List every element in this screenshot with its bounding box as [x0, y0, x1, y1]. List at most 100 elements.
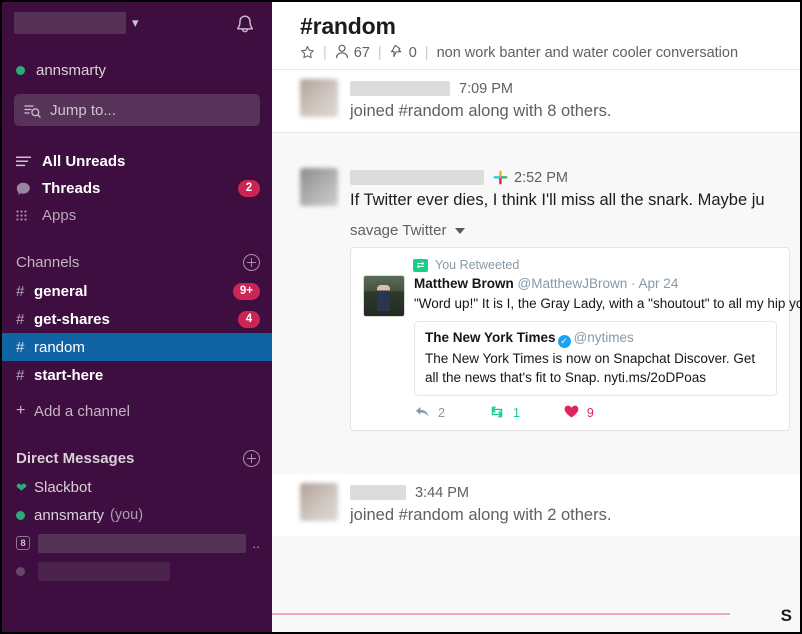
add-channel-label: Add a channel — [34, 402, 130, 420]
message-item[interactable]: 2:52 PM If Twitter ever dies, I think I'… — [272, 159, 800, 440]
channel-name: general — [34, 282, 88, 300]
presence-dot-icon — [16, 65, 25, 75]
spacer — [272, 440, 800, 474]
channel-meta: | 67 | 0 | non work banter and water coo… — [300, 44, 800, 61]
presence-dot-icon — [16, 510, 34, 520]
quoted-tweet-text: The New York Times is now on Snapchat Di… — [425, 351, 756, 385]
dm-name: annsmarty — [34, 506, 105, 524]
message-timestamp[interactable]: 7:09 PM — [459, 81, 513, 97]
hash-icon: # — [16, 310, 25, 328]
message-header: 7:09 PM — [350, 79, 800, 98]
sidebar-channel-start-here[interactable]: # start-here — [2, 361, 272, 389]
heart-icon: ❤ — [16, 479, 27, 495]
retweet-header: ⇄ You Retweeted — [413, 258, 777, 272]
sidebar-channel-get-shares[interactable]: # get-shares 4 — [2, 305, 272, 333]
avatar — [300, 79, 338, 117]
unreads-icon — [16, 156, 36, 167]
attachment-title-row[interactable]: savage Twitter — [350, 222, 800, 239]
message-timestamp[interactable]: 2:52 PM — [514, 170, 568, 186]
sidebar-item-all-unreads[interactable]: All Unreads — [2, 148, 272, 175]
retweet-icon: ⇄ — [413, 258, 428, 272]
heart-icon — [564, 405, 579, 421]
tweet-reply-stat[interactable]: 2 — [415, 406, 445, 421]
tweet-retweet-stat[interactable]: 1 — [489, 405, 520, 421]
tweet-attachment-card[interactable]: ⇄ You Retweeted Matthew Brown @MatthewJB… — [350, 247, 800, 431]
tweet-date[interactable]: Apr 24 — [639, 276, 679, 291]
author-name-redacted — [350, 170, 484, 185]
message-text: joined #random along with 2 others. — [350, 506, 612, 524]
meta-divider: | — [424, 44, 429, 61]
hash-icon: # — [16, 338, 25, 356]
author-name-redacted — [350, 485, 406, 500]
sidebar-item-threads[interactable]: Threads 2 — [2, 175, 272, 202]
members-count-value: 67 — [353, 44, 370, 61]
dm-name-redacted — [38, 561, 170, 581]
sidebar-dm-slackbot[interactable]: ❤ Slackbot — [2, 473, 272, 501]
sidebar-dm-partial[interactable] — [2, 557, 272, 585]
message-body: 2:52 PM If Twitter ever dies, I think I'… — [350, 168, 800, 431]
quoted-tweet-handle: @nytimes — [573, 330, 634, 345]
dm-overflow-dots: .. — [252, 535, 260, 551]
tweet-author-handle[interactable]: @MatthewJBrown — [518, 276, 628, 291]
tweet-retweet-count: 1 — [512, 406, 520, 420]
sidebar: ▾ annsmarty Jump to... All Unreads Threa… — [2, 2, 272, 632]
search-placeholder: Jump to... — [50, 101, 116, 119]
workspace-header: ▾ — [2, 2, 272, 56]
verified-badge-icon: ✓ — [557, 335, 571, 348]
composer-divider — [272, 613, 800, 615]
sidebar-dm-group-redacted[interactable]: 8 .. — [2, 529, 272, 557]
new-dm-plus-icon[interactable] — [243, 449, 260, 467]
message-item[interactable]: 7:09 PM joined #random along with 8 othe… — [272, 70, 800, 132]
channel-name: random — [34, 338, 85, 356]
search-jump-icon — [24, 103, 41, 118]
message-header: 3:44 PM — [350, 483, 800, 502]
current-user[interactable]: annsmarty — [2, 56, 272, 82]
add-a-channel-button[interactable]: + Add a channel — [2, 397, 272, 425]
workspace-switcher[interactable]: ▾ — [14, 12, 230, 34]
pins-count-value: 0 — [408, 44, 417, 61]
dm-section-header: Direct Messages — [2, 443, 272, 473]
sidebar-item-apps[interactable]: Apps — [2, 202, 272, 229]
page-title: #random — [300, 13, 396, 39]
channel-header: #random | 67 | 0 | non work banter and w… — [272, 2, 800, 70]
dm-you-suffix: (you) — [110, 507, 144, 523]
reply-arrow-icon — [415, 406, 430, 421]
hash-icon: # — [16, 366, 25, 384]
channels-section-header: Channels — [2, 247, 272, 277]
sidebar-item-label: Threads — [42, 180, 101, 197]
message-list[interactable]: 7:09 PM joined #random along with 8 othe… — [272, 70, 800, 632]
sidebar-dm-annsmarty[interactable]: annsmarty (you) — [2, 501, 272, 529]
tweet-content: Matthew Brown @MatthewJBrown · Apr 24 "W… — [414, 275, 800, 421]
dm-section-label: Direct Messages — [16, 449, 135, 467]
tweet-author-name[interactable]: Matthew Brown — [414, 276, 514, 291]
search-input[interactable]: Jump to... — [14, 94, 260, 126]
star-icon[interactable] — [300, 45, 315, 60]
sidebar-channel-random[interactable]: # random — [2, 333, 272, 361]
members-count[interactable]: 67 — [335, 44, 370, 61]
apps-grid-icon — [16, 209, 36, 222]
tweet-text: "Word up!" It is I, the Gray Lady, with … — [414, 296, 800, 311]
sidebar-channel-general[interactable]: # general 9+ — [2, 277, 272, 305]
members-icon — [335, 44, 349, 61]
presence-dot-icon — [16, 566, 34, 576]
member-count-value: 8 — [16, 536, 30, 550]
meta-divider: | — [377, 44, 382, 61]
pins-count[interactable]: 0 — [390, 44, 417, 61]
retweet-label: You Retweeted — [435, 258, 520, 272]
chevron-down-icon[interactable]: ▾ — [132, 12, 139, 34]
channel-topic[interactable]: non work banter and water cooler convers… — [437, 45, 738, 61]
plus-icon: + — [16, 402, 26, 419]
tweet-reply-count: 2 — [438, 406, 445, 420]
quoted-tweet-name: The New York Times — [425, 330, 556, 345]
caret-down-icon[interactable] — [455, 227, 466, 234]
add-channel-plus-icon[interactable] — [243, 253, 260, 271]
message-timestamp[interactable]: 3:44 PM — [415, 485, 469, 501]
message-text: joined #random along with 8 others. — [350, 102, 612, 120]
message-item[interactable]: 3:44 PM joined #random along with 2 othe… — [272, 474, 800, 536]
quoted-tweet[interactable]: The New York Times ✓ @nytimes The New York… — [414, 321, 777, 396]
bell-icon[interactable] — [230, 10, 260, 40]
avatar — [300, 168, 338, 206]
member-count-badge-icon: 8 — [16, 536, 34, 550]
tweet-like-stat[interactable]: 9 — [564, 405, 594, 421]
current-user-name: annsmarty — [36, 61, 107, 79]
